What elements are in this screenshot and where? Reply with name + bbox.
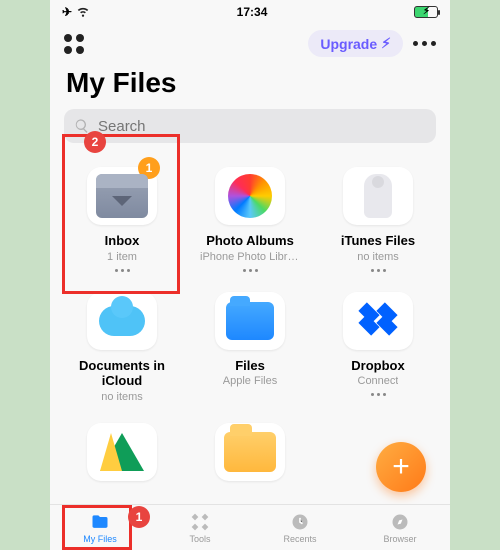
tab-browser[interactable]: Browser — [350, 505, 450, 550]
folder-dropbox[interactable]: Dropbox Connect — [316, 286, 440, 409]
status-time: 17:34 — [237, 5, 268, 19]
annotation-badge-tab: 1 — [128, 506, 150, 528]
tools-icon — [190, 512, 210, 532]
airplane-icon: ✈︎ — [62, 5, 72, 19]
folder-icloud[interactable]: Documents in iCloud no items — [60, 286, 184, 409]
item-more-icon[interactable] — [115, 269, 130, 272]
clock-icon — [290, 512, 310, 532]
search-icon — [74, 118, 90, 134]
folder-itunes[interactable]: iTunes Files no items — [316, 161, 440, 278]
tabbar: My Files Tools Recents Browser — [50, 504, 450, 550]
add-button[interactable]: + — [376, 442, 426, 492]
itunes-icon — [364, 174, 392, 218]
drive-icon — [100, 433, 144, 471]
compass-icon — [390, 512, 410, 532]
folder-photo-albums[interactable]: Photo Albums iPhone Photo Libra... — [188, 161, 312, 278]
upgrade-button[interactable]: Upgrade⚡︎ — [308, 30, 403, 57]
bolt-icon: ⚡︎ — [381, 35, 391, 52]
folder-icon — [226, 302, 274, 340]
item-more-icon[interactable] — [371, 393, 386, 396]
cloud-icon — [99, 306, 145, 336]
folder-drive[interactable] — [60, 417, 184, 487]
dropbox-icon — [358, 305, 398, 337]
search-input[interactable] — [98, 118, 426, 135]
folder-icon — [224, 432, 276, 472]
inbox-icon — [96, 174, 148, 218]
folder-grid: 1 Inbox 1 item Photo Albums iPhone Photo… — [50, 155, 450, 493]
item-more-icon[interactable] — [243, 269, 258, 272]
tab-tools[interactable]: Tools — [150, 505, 250, 550]
search-bar[interactable]: 2 — [64, 109, 436, 143]
folder-icon — [90, 512, 110, 532]
topbar: Upgrade⚡︎ — [50, 24, 450, 63]
folder-generic[interactable] — [188, 417, 312, 487]
app-screen: ✈︎ 17:34 ⚡︎ Upgrade⚡︎ My Files 2 1 Inbox… — [50, 0, 450, 550]
photos-icon — [228, 174, 272, 218]
folder-files[interactable]: Files Apple Files — [188, 286, 312, 409]
annotation-badge-2: 2 — [84, 131, 106, 153]
apps-grid-icon[interactable] — [64, 34, 84, 54]
item-more-icon[interactable] — [371, 269, 386, 272]
more-icon[interactable] — [413, 41, 436, 46]
statusbar: ✈︎ 17:34 ⚡︎ — [50, 0, 450, 24]
tab-recents[interactable]: Recents — [250, 505, 350, 550]
battery-icon: ⚡︎ — [414, 6, 438, 18]
plus-icon: + — [392, 450, 410, 484]
page-title: My Files — [50, 63, 450, 109]
folder-inbox[interactable]: 1 Inbox 1 item — [60, 161, 184, 278]
wifi-icon — [76, 4, 90, 21]
